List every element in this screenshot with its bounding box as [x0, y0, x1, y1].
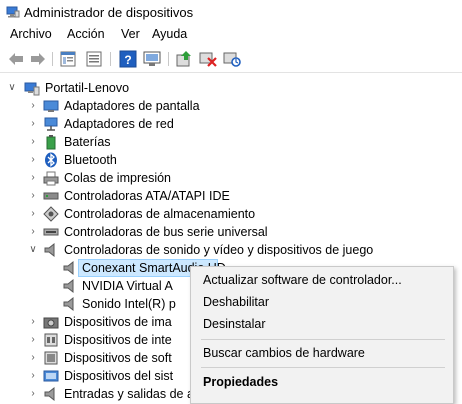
- chevron-right-icon[interactable]: ›: [28, 208, 38, 220]
- menu-item-label: Buscar cambios de hardware: [203, 346, 365, 360]
- audio-io-icon: [44, 386, 55, 402]
- system-device-icon: [43, 370, 59, 382]
- menu-archivo[interactable]: Archivo: [8, 27, 54, 41]
- monitor-view-icon[interactable]: [142, 50, 162, 68]
- chevron-right-icon[interactable]: ›: [28, 100, 38, 112]
- tree-item-sound-video-game[interactable]: ∨ Controladoras de sonido y vídeo y disp…: [0, 241, 462, 259]
- speaker-icon: [63, 260, 74, 276]
- window-title: Administrador de dispositivos: [24, 5, 194, 20]
- update-driver-icon[interactable]: [174, 50, 194, 68]
- tree-item-label: Adaptadores de red: [64, 117, 174, 131]
- tree-item-label: Dispositivos de soft: [64, 351, 172, 365]
- tree-item-label: Colas de impresión: [64, 171, 171, 185]
- tree-item-label: Bluetooth: [64, 153, 117, 167]
- menu-accion[interactable]: Acción: [65, 27, 107, 41]
- tree-item-label: Adaptadores de pantalla: [64, 99, 200, 113]
- tree-item-label: Dispositivos del sist: [64, 369, 174, 383]
- chevron-right-icon[interactable]: ›: [28, 388, 38, 400]
- speaker-icon: [63, 278, 74, 294]
- menu-item-label: Deshabilitar: [203, 295, 270, 309]
- speaker-icon: [44, 242, 55, 258]
- display-adapter-icon: [43, 100, 59, 112]
- tree-item-label: Dispositivos de inte: [64, 333, 172, 347]
- device-manager-icon: [6, 6, 20, 18]
- svg-text:?: ?: [124, 53, 131, 67]
- chevron-right-icon[interactable]: ›: [28, 334, 38, 346]
- toolbar-separator: [110, 52, 111, 66]
- menu-ayuda[interactable]: Ayuda: [150, 27, 189, 41]
- tree-item-label: Controladoras de almacenamiento: [64, 207, 256, 221]
- tree-root[interactable]: ∨ Portatil-Lenovo: [0, 79, 462, 97]
- tree-item-bluetooth[interactable]: › Bluetooth: [0, 151, 462, 169]
- menu-item-label: Desinstalar: [203, 317, 266, 331]
- menu-item-label: Actualizar software de controlador...: [203, 273, 402, 287]
- network-adapter-icon: [44, 117, 58, 131]
- chevron-right-icon[interactable]: ›: [28, 172, 38, 184]
- tree-item-label: Baterías: [64, 135, 111, 149]
- tree-item-storage-controllers[interactable]: › Controladoras de almacenamiento: [0, 205, 462, 223]
- toolbar: ?: [0, 46, 462, 73]
- chevron-right-icon[interactable]: ›: [28, 154, 38, 166]
- tree-item-display-adapters[interactable]: › Adaptadores de pantalla: [0, 97, 462, 115]
- menu-properties[interactable]: Propiedades: [191, 371, 453, 393]
- disable-device-icon[interactable]: [198, 50, 218, 68]
- hid-device-icon: [44, 333, 58, 347]
- chevron-right-icon[interactable]: ›: [28, 352, 38, 364]
- chevron-down-icon[interactable]: ∨: [28, 244, 38, 256]
- title-bar: Administrador de dispositivos: [0, 0, 462, 24]
- context-menu: Actualizar software de controlador... De…: [190, 266, 454, 404]
- tree-item-print-queues[interactable]: › Colas de impresión: [0, 169, 462, 187]
- tree-item-label: Controladoras de bus serie universal: [64, 225, 268, 239]
- chevron-right-icon[interactable]: ›: [28, 316, 38, 328]
- tree-item-network-adapters[interactable]: › Adaptadores de red: [0, 115, 462, 133]
- properties-sheet-icon[interactable]: [58, 50, 78, 68]
- menu-item-label: Propiedades: [203, 375, 279, 389]
- computer-icon: [24, 82, 40, 96]
- chevron-down-icon[interactable]: ∨: [7, 82, 17, 94]
- menu-disable[interactable]: Deshabilitar: [191, 291, 453, 313]
- ide-controller-icon: [43, 192, 59, 200]
- bluetooth-icon: [45, 152, 57, 168]
- tree-item-ata-ide[interactable]: › Controladoras ATA/ATAPI IDE: [0, 187, 462, 205]
- menu-separator: [201, 339, 445, 340]
- chevron-right-icon[interactable]: ›: [28, 226, 38, 238]
- toolbar-separator: [168, 52, 169, 66]
- tree-child-label: Sonido Intel(R) p: [82, 297, 176, 311]
- menu-ver[interactable]: Ver: [119, 27, 142, 41]
- toolbar-separator: [52, 52, 53, 66]
- menu-update-driver[interactable]: Actualizar software de controlador...: [191, 269, 453, 291]
- tree-item-batteries[interactable]: › Baterías: [0, 133, 462, 151]
- chevron-right-icon[interactable]: ›: [28, 370, 38, 382]
- tree-item-usb-controllers[interactable]: › Controladoras de bus serie universal: [0, 223, 462, 241]
- tree-child-label: NVIDIA Virtual A: [82, 279, 173, 293]
- menu-scan-hardware[interactable]: Buscar cambios de hardware: [191, 342, 453, 364]
- menu-uninstall[interactable]: Desinstalar: [191, 313, 453, 335]
- scan-hardware-icon[interactable]: [222, 50, 242, 68]
- tree-item-label: Dispositivos de ima: [64, 315, 172, 329]
- usb-controller-icon: [43, 228, 59, 236]
- storage-controller-icon: [43, 206, 59, 222]
- software-device-icon: [44, 351, 58, 365]
- tree-item-label: Controladoras de sonido y vídeo y dispos…: [64, 243, 374, 257]
- device-list-icon[interactable]: [84, 50, 104, 68]
- battery-icon: [46, 135, 56, 150]
- chevron-right-icon[interactable]: ›: [28, 118, 38, 130]
- tree-item-label: Controladoras ATA/ATAPI IDE: [64, 189, 230, 203]
- tree-root-label: Portatil-Lenovo: [45, 81, 130, 95]
- help-icon[interactable]: ?: [118, 50, 138, 68]
- back-arrow-icon[interactable]: [6, 50, 26, 68]
- menu-bar: Archivo Acción Ver Ayuda: [0, 25, 462, 45]
- chevron-right-icon[interactable]: ›: [28, 136, 38, 148]
- chevron-right-icon[interactable]: ›: [28, 190, 38, 202]
- menu-separator: [201, 367, 445, 368]
- speaker-icon: [63, 296, 74, 312]
- forward-arrow-icon[interactable]: [28, 50, 48, 68]
- printer-icon: [43, 171, 59, 186]
- camera-icon: [43, 317, 59, 329]
